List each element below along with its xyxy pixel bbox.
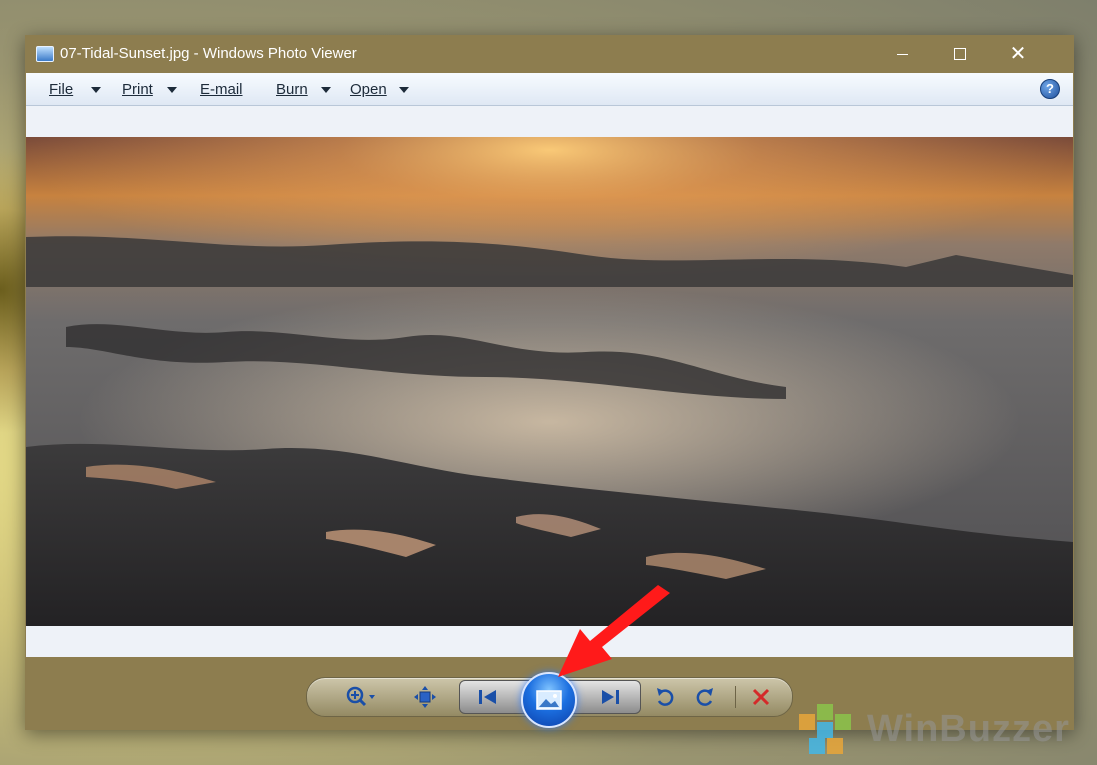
rotate-clockwise-button[interactable] — [691, 683, 719, 711]
zoom-button[interactable] — [343, 683, 379, 711]
file-dropdown-icon[interactable] — [91, 87, 101, 93]
menu-burn[interactable]: Burn — [276, 81, 308, 98]
toolbar-separator — [735, 686, 736, 708]
maximize-button[interactable] — [931, 35, 989, 73]
previous-icon — [479, 690, 496, 704]
menu-print[interactable]: Print — [122, 81, 153, 98]
zoom-icon — [346, 686, 375, 707]
image-viewport — [26, 106, 1073, 657]
rotate-left-icon — [657, 688, 674, 706]
photo-image — [26, 137, 1073, 626]
annotation-arrow-icon — [558, 585, 670, 677]
burn-dropdown-icon[interactable] — [321, 87, 331, 93]
rotate-counterclockwise-button[interactable] — [651, 683, 679, 711]
slideshow-icon — [536, 690, 562, 710]
watermark: WinBuzzer — [795, 700, 1070, 758]
title-bar[interactable]: 07-Tidal-Sunset.jpg - Windows Photo View… — [25, 35, 1074, 73]
menu-email[interactable]: E-mail — [200, 81, 243, 98]
next-icon — [602, 690, 619, 704]
tidal-sunset-photo — [26, 137, 1073, 626]
rotate-right-icon — [696, 688, 713, 706]
next-button[interactable] — [595, 683, 625, 711]
previous-button[interactable] — [473, 683, 503, 711]
window-title: 07-Tidal-Sunset.jpg - Windows Photo View… — [60, 45, 357, 62]
help-button[interactable]: ? — [1040, 79, 1060, 99]
winbuzzer-logo-icon — [799, 704, 851, 754]
watermark-text: WinBuzzer — [867, 707, 1070, 750]
actual-size-button[interactable] — [410, 683, 440, 711]
minimize-button[interactable] — [873, 35, 931, 73]
delete-button[interactable] — [747, 683, 775, 711]
minimize-icon — [896, 53, 908, 55]
close-icon: ✕ — [1009, 43, 1027, 65]
close-button[interactable]: ✕ — [989, 35, 1047, 73]
open-dropdown-icon[interactable] — [399, 87, 409, 93]
delete-icon — [752, 688, 770, 706]
actual-size-icon — [414, 686, 436, 708]
menu-open[interactable]: Open — [350, 81, 387, 98]
print-dropdown-icon[interactable] — [167, 87, 177, 93]
photo-viewer-app-icon — [36, 46, 54, 62]
maximize-icon — [954, 48, 966, 60]
menu-file[interactable]: File — [49, 81, 73, 98]
menu-bar: File Print E-mail Burn Open ? — [26, 73, 1073, 106]
